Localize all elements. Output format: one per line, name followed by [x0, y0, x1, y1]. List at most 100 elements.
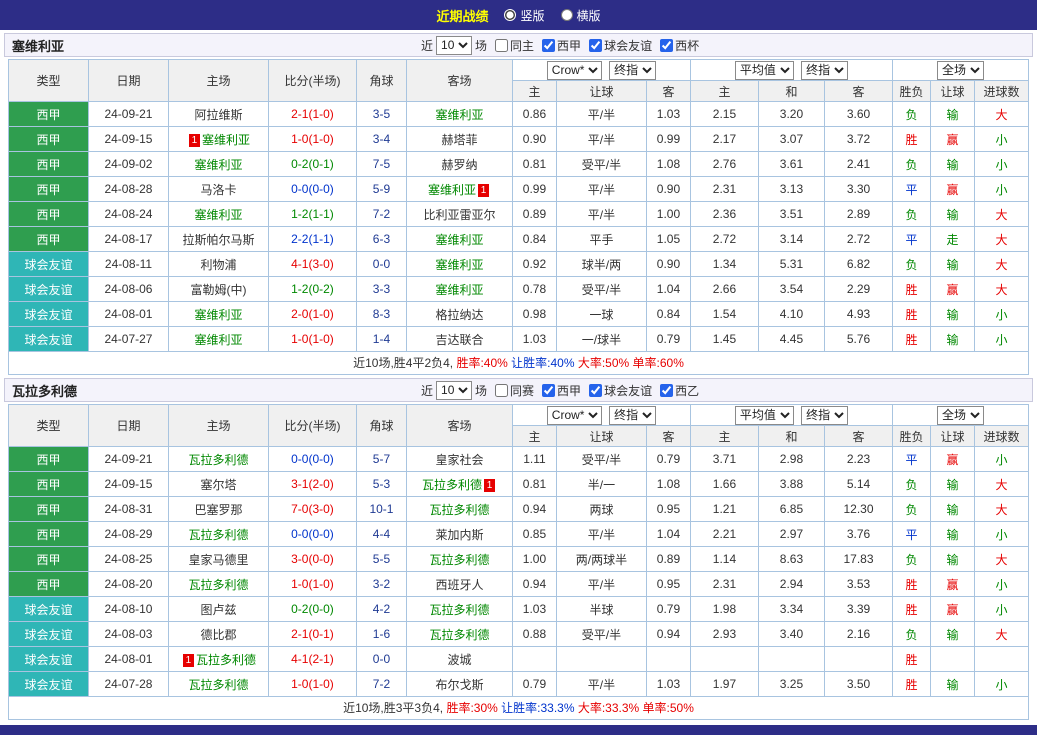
score-halftime: 2-0(1-0) — [268, 302, 356, 327]
odds-source-select[interactable]: Crow* — [547, 406, 602, 425]
away-team-name[interactable]: 赫塔菲 — [441, 133, 477, 147]
away-team-name[interactable]: 瓦拉多利德 — [429, 628, 489, 642]
home-team-name[interactable]: 瓦拉多利德 — [188, 528, 248, 542]
away-team-name[interactable]: 莱加内斯 — [435, 528, 483, 542]
away-team-name[interactable]: 塞维利亚 — [435, 283, 483, 297]
home-team-name[interactable]: 瓦拉多利德 — [196, 653, 256, 667]
games-label: 场 — [475, 37, 487, 54]
comp-filter-segunda[interactable]: 西乙 — [652, 382, 699, 399]
red-card-badge: 1 — [183, 654, 194, 667]
friendly-checkbox[interactable] — [589, 384, 602, 397]
handicap-away-odds: 1.00 — [646, 202, 690, 227]
comp-filter-liga[interactable]: 西甲 — [534, 37, 581, 54]
home-team-name[interactable]: 塞维利亚 — [194, 308, 242, 322]
home-team-name[interactable]: 阿拉维斯 — [194, 108, 242, 122]
home-team-name[interactable]: 富勒姆(中) — [190, 283, 246, 297]
cup-checkbox[interactable] — [660, 39, 673, 52]
home-team-name[interactable]: 德比郡 — [200, 628, 236, 642]
away-team-name[interactable]: 塞维利亚 — [435, 233, 483, 247]
away-team-name[interactable]: 瓦拉多利德 — [429, 603, 489, 617]
away-team-cell: 瓦拉多利德1 — [406, 472, 512, 497]
home-team-name[interactable]: 瓦拉多利德 — [188, 453, 248, 467]
handicap-outcome: 输 — [931, 547, 975, 572]
match-row: 球会友谊 24-08-01 塞维利亚 2-0(1-0) 8-3 格拉纳达 0.9… — [8, 302, 1028, 327]
match-row: 球会友谊 24-08-11 利物浦 4-1(3-0) 0-0 塞维利亚 0.92… — [8, 252, 1028, 277]
layout-option-horizontal[interactable]: 横版 — [561, 7, 601, 24]
away-team-name[interactable]: 波城 — [447, 653, 471, 667]
friendly-checkbox[interactable] — [589, 39, 602, 52]
same-checkbox[interactable] — [495, 384, 508, 397]
goals-outcome: 大 — [975, 252, 1029, 277]
comp-filter-friendly[interactable]: 球会友谊 — [581, 382, 652, 399]
avg-away-odds: 17.83 — [824, 547, 892, 572]
goals-outcome: 小 — [975, 302, 1029, 327]
liga-checkbox[interactable] — [542, 384, 555, 397]
home-team-name[interactable]: 塞维利亚 — [194, 158, 242, 172]
avg-odds-select[interactable]: 平均值 — [735, 406, 794, 425]
home-team-cell: 塞维利亚 — [168, 302, 268, 327]
result-outcome: 胜 — [893, 302, 931, 327]
comp-filter-cup[interactable]: 西杯 — [652, 37, 699, 54]
home-team-name[interactable]: 塞维利亚 — [194, 333, 242, 347]
result-outcome: 负 — [893, 252, 931, 277]
league-type-badge: 西甲 — [8, 102, 88, 127]
full-match-select[interactable]: 全场 — [937, 61, 984, 80]
liga-checkbox[interactable] — [542, 39, 555, 52]
match-row: 西甲 24-08-24 塞维利亚 1-2(1-1) 7-2 比利亚雷亚尔 0.8… — [8, 202, 1028, 227]
recent-count-select[interactable]: 10 — [436, 381, 472, 400]
away-team-name[interactable]: 瓦拉多利德 — [429, 553, 489, 567]
home-team-name[interactable]: 拉斯帕尔马斯 — [182, 233, 254, 247]
final-odds-select[interactable]: 终指 — [609, 406, 656, 425]
avg-home-odds: 2.76 — [690, 152, 758, 177]
horizontal-radio[interactable] — [561, 9, 573, 21]
odds-source-select[interactable]: Crow* — [547, 61, 602, 80]
home-team-name[interactable]: 塞维利亚 — [194, 208, 242, 222]
away-team-name[interactable]: 布尔戈斯 — [435, 678, 483, 692]
handicap-home-odds: 0.78 — [512, 277, 556, 302]
away-team-name[interactable]: 塞维利亚 — [428, 183, 476, 197]
home-team-name[interactable]: 瓦拉多利德 — [188, 678, 248, 692]
final-odds-select[interactable]: 终指 — [801, 406, 848, 425]
handicap-home-odds: 0.86 — [512, 102, 556, 127]
score-halftime: 4-1(3-0) — [268, 252, 356, 277]
segunda-checkbox[interactable] — [660, 384, 673, 397]
match-row: 球会友谊 24-07-28 瓦拉多利德 1-0(1-0) 7-2 布尔戈斯 0.… — [8, 672, 1028, 697]
recent-count-select[interactable]: 10 — [436, 36, 472, 55]
match-date: 24-08-29 — [88, 522, 168, 547]
same-checkbox[interactable] — [495, 39, 508, 52]
home-team-name[interactable]: 图卢兹 — [200, 603, 236, 617]
away-team-name[interactable]: 塞维利亚 — [435, 258, 483, 272]
home-team-name[interactable]: 塞尔塔 — [200, 478, 236, 492]
result-outcome: 平 — [893, 522, 931, 547]
layout-option-vertical[interactable]: 竖版 — [504, 7, 544, 24]
away-team-name[interactable]: 西班牙人 — [435, 578, 483, 592]
vertical-radio[interactable] — [504, 9, 516, 21]
comp-filter-liga[interactable]: 西甲 — [534, 382, 581, 399]
away-team-name[interactable]: 格拉纳达 — [435, 308, 483, 322]
goals-outcome: 大 — [975, 102, 1029, 127]
final-odds-select[interactable]: 终指 — [801, 61, 848, 80]
avg-odds-select[interactable]: 平均值 — [735, 61, 794, 80]
away-team-name[interactable]: 瓦拉多利德 — [422, 478, 482, 492]
away-team-name[interactable]: 赫罗纳 — [441, 158, 477, 172]
full-match-select[interactable]: 全场 — [937, 406, 984, 425]
avg-draw-odds: 2.94 — [758, 572, 824, 597]
home-team-name[interactable]: 塞维利亚 — [202, 133, 250, 147]
home-team-name[interactable]: 巴塞罗那 — [194, 503, 242, 517]
comp-filter-friendly[interactable]: 球会友谊 — [581, 37, 652, 54]
col-header-type: 类型 — [8, 405, 88, 447]
same-filter[interactable]: 同主 — [487, 37, 534, 54]
handicap-away-odds: 1.04 — [646, 522, 690, 547]
away-team-name[interactable]: 皇家社会 — [435, 453, 483, 467]
away-team-name[interactable]: 塞维利亚 — [435, 108, 483, 122]
away-team-name[interactable]: 比利亚雷亚尔 — [423, 208, 495, 222]
final-odds-select[interactable]: 终指 — [609, 61, 656, 80]
away-team-name[interactable]: 吉达联合 — [435, 333, 483, 347]
home-team-name[interactable]: 利物浦 — [200, 258, 236, 272]
home-team-name[interactable]: 马洛卡 — [200, 183, 236, 197]
home-team-name[interactable]: 皇家马德里 — [188, 553, 248, 567]
home-team-name[interactable]: 瓦拉多利德 — [188, 578, 248, 592]
away-team-name[interactable]: 瓦拉多利德 — [429, 503, 489, 517]
handicap-line: 受平/半 — [556, 622, 646, 647]
same-filter[interactable]: 同赛 — [487, 382, 534, 399]
